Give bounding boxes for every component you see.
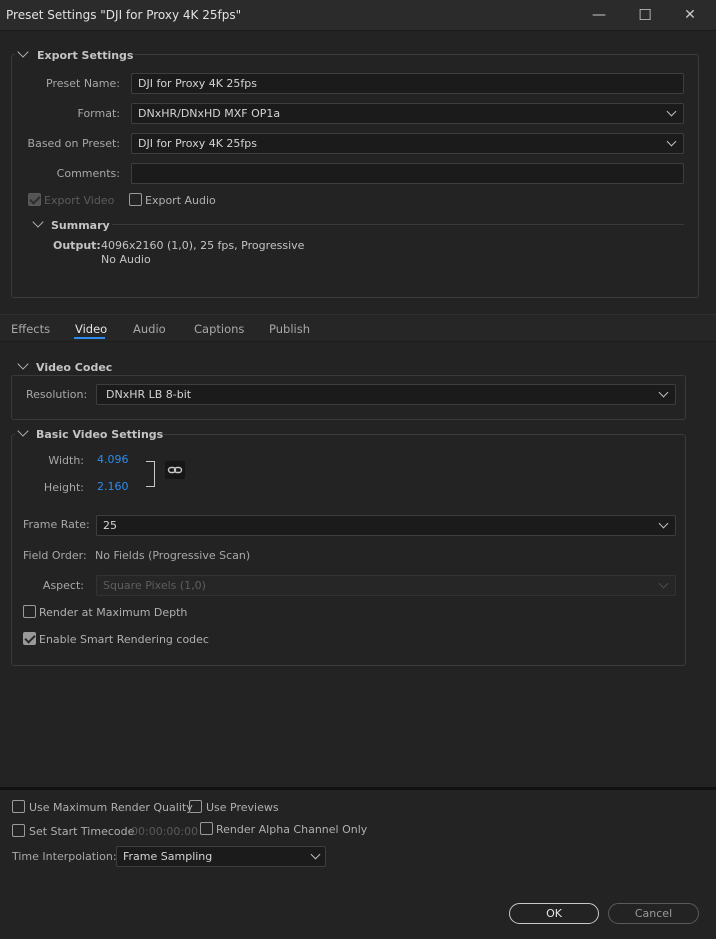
chevron-down-icon bbox=[658, 387, 669, 398]
export-video-checkbox[interactable] bbox=[28, 193, 41, 206]
use-previews-checkbox[interactable] bbox=[189, 800, 202, 813]
tab-effects[interactable]: Effects bbox=[11, 322, 50, 336]
window-title: Preset Settings "DJI for Proxy 4K 25fps" bbox=[6, 8, 242, 22]
frame-rate-label: Frame Rate: bbox=[23, 518, 90, 531]
constrain-proportions-button[interactable] bbox=[165, 461, 185, 479]
section-title-export-settings: Export Settings bbox=[37, 49, 134, 62]
cancel-button[interactable]: Cancel bbox=[608, 903, 699, 924]
link-icon bbox=[167, 466, 183, 474]
field-order-label: Field Order: bbox=[23, 549, 87, 562]
aspect-dropdown[interactable]: Square Pixels (1,0) bbox=[96, 575, 676, 596]
time-interpolation-dropdown[interactable]: Frame Sampling bbox=[116, 846, 326, 867]
width-value[interactable]: 4.096 bbox=[97, 453, 129, 466]
tab-audio[interactable]: Audio bbox=[133, 322, 166, 336]
section-title-video-codec: Video Codec bbox=[36, 361, 113, 374]
smart-rendering-label: Enable Smart Rendering codec bbox=[39, 633, 209, 646]
output-label: Output: bbox=[53, 239, 101, 252]
tab-captions[interactable]: Captions bbox=[194, 322, 244, 336]
based-on-preset-label: Based on Preset: bbox=[27, 137, 120, 150]
max-render-quality-checkbox[interactable] bbox=[12, 800, 25, 813]
render-max-depth-label: Render at Maximum Depth bbox=[39, 606, 188, 619]
comments-label: Comments: bbox=[56, 167, 120, 180]
smart-rendering-checkbox[interactable] bbox=[23, 632, 36, 645]
field-order-value: No Fields (Progressive Scan) bbox=[95, 549, 251, 562]
frame-rate-dropdown[interactable]: 25 bbox=[96, 515, 676, 536]
summary-header[interactable]: Summary bbox=[30, 216, 110, 233]
export-audio-checkbox[interactable] bbox=[129, 193, 142, 206]
max-render-quality-label: Use Maximum Render Quality bbox=[29, 801, 193, 814]
chevron-down-icon bbox=[658, 518, 669, 529]
link-bracket bbox=[146, 461, 155, 487]
preset-name-input[interactable]: DJI for Proxy 4K 25fps bbox=[131, 73, 684, 94]
chevron-down-icon bbox=[658, 578, 669, 589]
output-summary-line1: 4096x2160 (1,0), 25 fps, Progressive bbox=[101, 239, 305, 252]
height-value[interactable]: 2.160 bbox=[97, 480, 129, 493]
based-on-preset-value: DJI for Proxy 4K 25fps bbox=[138, 137, 257, 150]
preset-name-label: Preset Name: bbox=[46, 77, 120, 90]
based-on-preset-dropdown[interactable]: DJI for Proxy 4K 25fps bbox=[131, 133, 684, 154]
time-interpolation-label: Time Interpolation: bbox=[12, 850, 117, 863]
format-value: DNxHR/DNxHD MXF OP1a bbox=[138, 107, 281, 120]
comments-input[interactable] bbox=[131, 163, 684, 184]
video-codec-header[interactable]: Video Codec bbox=[15, 358, 113, 375]
chevron-down-icon bbox=[666, 106, 677, 117]
resolution-label: Resolution: bbox=[26, 388, 88, 401]
output-summary-line2: No Audio bbox=[101, 253, 151, 266]
ok-button[interactable]: OK bbox=[509, 903, 599, 924]
resolution-value: DNxHR LB 8-bit bbox=[106, 388, 192, 401]
section-title-summary: Summary bbox=[51, 219, 110, 232]
render-alpha-label: Render Alpha Channel Only bbox=[216, 823, 368, 836]
height-label: Height: bbox=[43, 481, 84, 494]
render-max-depth-checkbox[interactable] bbox=[23, 605, 36, 618]
chevron-down-icon bbox=[666, 136, 677, 147]
tab-video[interactable]: Video bbox=[75, 322, 107, 336]
width-label: Width: bbox=[48, 454, 84, 467]
chevron-down-icon bbox=[32, 216, 44, 228]
start-timecode-value[interactable]: 00:00:00:00 bbox=[131, 825, 198, 838]
close-button[interactable]: ✕ bbox=[680, 6, 700, 24]
chevron-down-icon bbox=[310, 849, 321, 860]
render-alpha-checkbox[interactable] bbox=[200, 822, 213, 835]
set-start-timecode-label: Set Start Timecode bbox=[29, 825, 135, 838]
aspect-label: Aspect: bbox=[42, 579, 84, 592]
export-audio-label: Export Audio bbox=[145, 194, 216, 207]
active-tab-indicator bbox=[74, 337, 105, 339]
tab-bar bbox=[0, 314, 716, 342]
frame-rate-value: 25 bbox=[103, 519, 117, 532]
title-bar: Preset Settings "DJI for Proxy 4K 25fps"… bbox=[0, 0, 716, 31]
format-dropdown[interactable]: DNxHR/DNxHD MXF OP1a bbox=[131, 103, 684, 124]
chevron-down-icon bbox=[17, 358, 29, 370]
tab-publish[interactable]: Publish bbox=[269, 322, 310, 336]
export-settings-header[interactable]: Export Settings bbox=[15, 46, 134, 62]
basic-video-settings-header[interactable]: Basic Video Settings bbox=[15, 425, 163, 442]
format-label: Format: bbox=[77, 107, 120, 120]
use-previews-label: Use Previews bbox=[206, 801, 279, 814]
section-title-basic-video-settings: Basic Video Settings bbox=[36, 428, 164, 441]
maximize-button[interactable]: ☐ bbox=[635, 6, 655, 24]
time-interpolation-value: Frame Sampling bbox=[123, 850, 213, 863]
aspect-value: Square Pixels (1,0) bbox=[103, 579, 206, 592]
minimize-button[interactable]: — bbox=[589, 6, 609, 24]
chevron-down-icon bbox=[17, 425, 29, 437]
export-video-label: Export Video bbox=[44, 194, 115, 207]
chevron-down-icon bbox=[17, 46, 29, 58]
summary-divider bbox=[112, 224, 684, 225]
set-start-timecode-checkbox[interactable] bbox=[12, 824, 25, 837]
resolution-dropdown[interactable]: DNxHR LB 8-bit bbox=[96, 384, 676, 405]
